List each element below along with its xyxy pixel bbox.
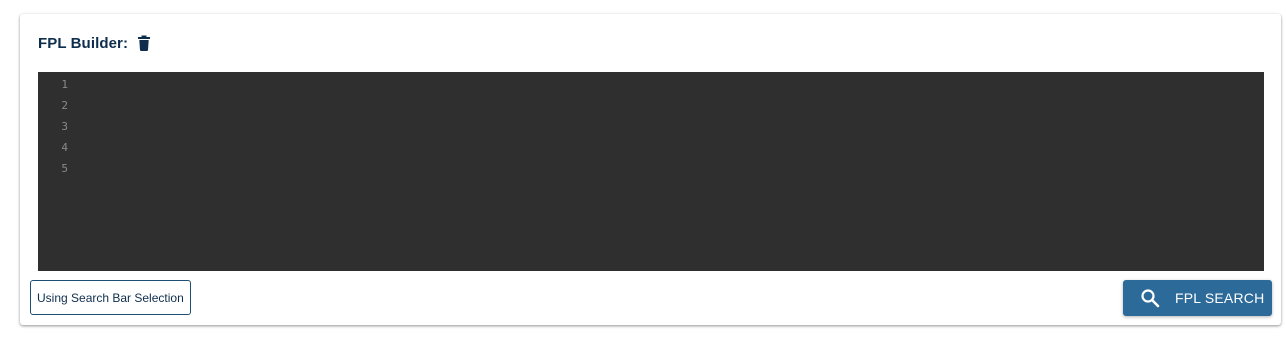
builder-header: FPL Builder: bbox=[38, 34, 151, 52]
builder-title: FPL Builder: bbox=[38, 34, 129, 52]
fpl-code-editor[interactable]: 1 2 3 4 5 bbox=[38, 72, 1264, 271]
line-number: 3 bbox=[61, 120, 68, 133]
line-number-gutter: 1 2 3 4 5 bbox=[38, 78, 68, 183]
search-icon bbox=[1140, 288, 1160, 308]
line-number: 5 bbox=[61, 162, 68, 175]
search-bar-selection-button[interactable]: Using Search Bar Selection bbox=[30, 280, 191, 315]
fpl-search-button[interactable]: FPL SEARCH bbox=[1123, 280, 1272, 316]
scope-button-label: Using Search Bar Selection bbox=[37, 290, 184, 305]
line-number: 1 bbox=[61, 78, 68, 91]
line-number: 2 bbox=[61, 99, 68, 112]
fpl-builder-card: FPL Builder: 1 2 3 4 5 Using Search Bar … bbox=[20, 14, 1281, 325]
trash-icon[interactable] bbox=[137, 35, 151, 51]
line-number: 4 bbox=[61, 141, 68, 154]
fpl-search-label: FPL SEARCH bbox=[1175, 290, 1265, 306]
